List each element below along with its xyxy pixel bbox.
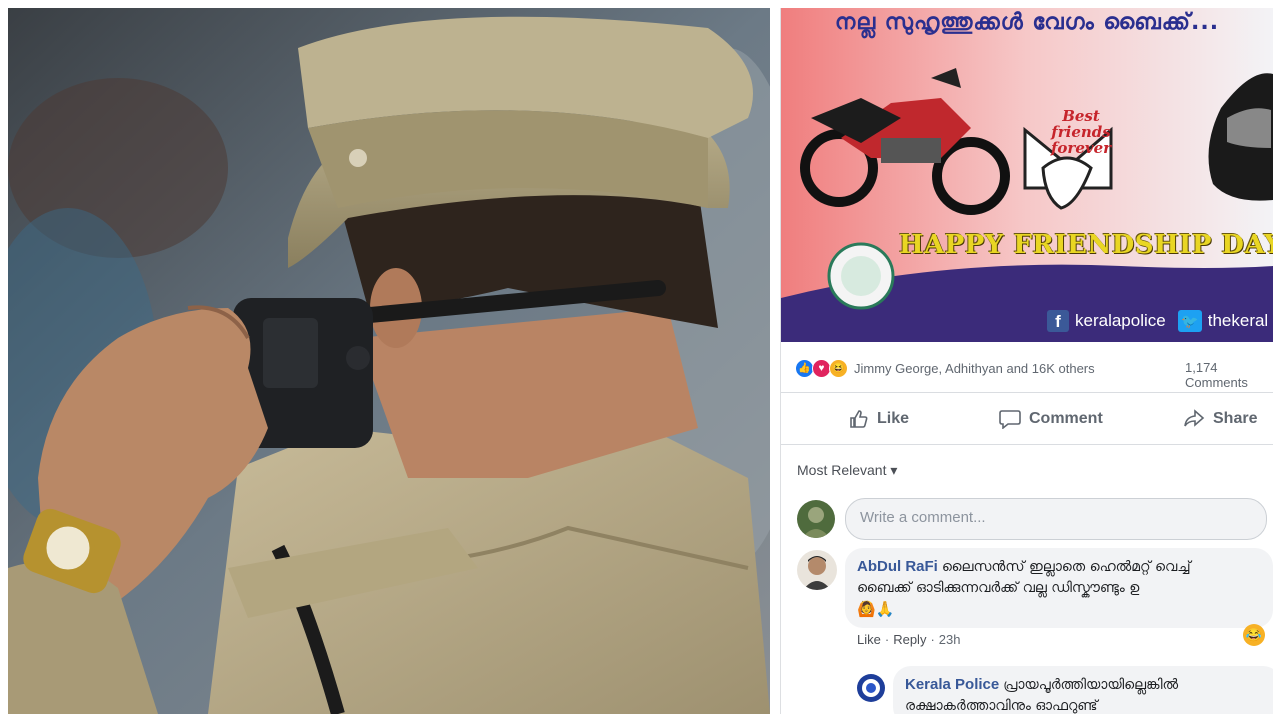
facebook-post-panel: നല്ല സുഹൃത്തുക്കൾ വേഗം ബൈക്ക്... Best fr… [780, 8, 1273, 714]
banner-social-handles: f keralapolice 🐦 thekeral [1047, 310, 1268, 332]
facebook-logo-icon: f [1047, 310, 1069, 332]
comment-author[interactable]: AbDul RaFi [857, 558, 938, 575]
banner-background [781, 8, 1273, 342]
comment-text-continued: ബൈക്ക് ഓടിക്കുന്നവർക്ക് വല്ല ഡിസ്കൗണ്ടും… [857, 580, 1140, 596]
reply-text: പ്രായപൂർത്തിയായില്ലെങ്കിൽ [1003, 677, 1179, 693]
comment-button[interactable]: Comment [999, 402, 1103, 436]
user-photo-icon [803, 556, 831, 590]
news-photo-police-officer [8, 8, 770, 714]
reply-author[interactable]: Kerala Police [905, 676, 999, 693]
best-friends-forever-text: Best friends forever [1050, 107, 1112, 157]
comment-label: Comment [1029, 410, 1103, 427]
comment-bubble-icon [999, 410, 1021, 429]
divider [781, 392, 1273, 393]
comment-reply-link[interactable]: Reply [893, 632, 926, 647]
facebook-handle: keralapolice [1075, 311, 1166, 330]
comment-time[interactable]: 23h [939, 632, 961, 647]
thumbs-up-icon [850, 410, 868, 428]
kerala-police-avatar[interactable] [857, 674, 885, 702]
comments-count[interactable]: 1,174 Comments [1185, 360, 1273, 390]
comment-meta: Like · Reply · 23h [857, 632, 961, 647]
current-user-avatar[interactable] [797, 500, 835, 538]
comment-bubble: AbDul RaFi ലൈസൻസ് ഇല്ലാതെ ഹെൽമറ്റ് വെച്ച്… [845, 548, 1273, 628]
user-photo-icon [802, 507, 830, 538]
happy-friendship-day-text: HAPPY FRIENDSHIP DAY [899, 230, 1273, 260]
post-actions-bar: Like Comment Share [781, 402, 1273, 436]
write-comment-box[interactable] [845, 498, 1267, 540]
comment-emoji: 🙆🙏 [857, 601, 895, 618]
haha-reaction-icon[interactable]: 😂 [1243, 624, 1265, 646]
reaction-names[interactable]: Jimmy George, Adhithyan and 16K others [854, 361, 1095, 376]
police-officer-illustration [8, 8, 770, 714]
share-label: Share [1213, 410, 1258, 427]
like-label: Like [877, 410, 910, 427]
reply-line-1: Kerala Police പ്രായപൂർത്തിയായില്ലെങ്കിൽ [905, 674, 1269, 696]
post-image-banner[interactable]: നല്ല സുഹൃത്തുക്കൾ വേഗം ബൈക്ക്... Best fr… [781, 8, 1273, 342]
comment-input[interactable] [846, 499, 1264, 535]
comment-line-1: AbDul RaFi ലൈസൻസ് ഇല്ലാതെ ഹെൽമറ്റ് വെച്ച് [857, 556, 1261, 578]
banner-malayalam-title: നല്ല സുഹൃത്തുക്കൾ വേഗം ബൈക്ക്... [834, 10, 1220, 35]
haha-reaction-icon: 😆 [829, 358, 848, 378]
comment-sort-dropdown[interactable]: Most Relevant ▾ [797, 462, 897, 479]
reply-bubble: Kerala Police പ്രായപൂർത്തിയായില്ലെങ്കിൽ ര… [893, 666, 1273, 714]
like-button[interactable]: Like [849, 402, 909, 436]
divider [781, 444, 1273, 445]
share-button[interactable]: Share [1183, 402, 1257, 436]
share-arrow-icon [1184, 409, 1205, 427]
reactions-summary[interactable]: 👍 ♥ 😆 Jimmy George, Adhithyan and 16K ot… [795, 356, 1273, 390]
commenter-avatar[interactable] [797, 550, 837, 590]
kerala-police-emblem [827, 242, 895, 310]
comment-text: ലൈസൻസ് ഇല്ലാതെ ഹെൽമറ്റ് വെച്ച് [941, 559, 1191, 575]
twitter-bird-icon: 🐦 [1177, 310, 1202, 332]
twitter-handle: thekeral [1207, 311, 1269, 330]
reply-text-continued: രക്ഷാകർത്താവിനും ഓഫറുണ്ട് [905, 698, 1098, 714]
comment-like-link[interactable]: Like [857, 632, 881, 647]
police-emblem-icon [862, 679, 880, 697]
